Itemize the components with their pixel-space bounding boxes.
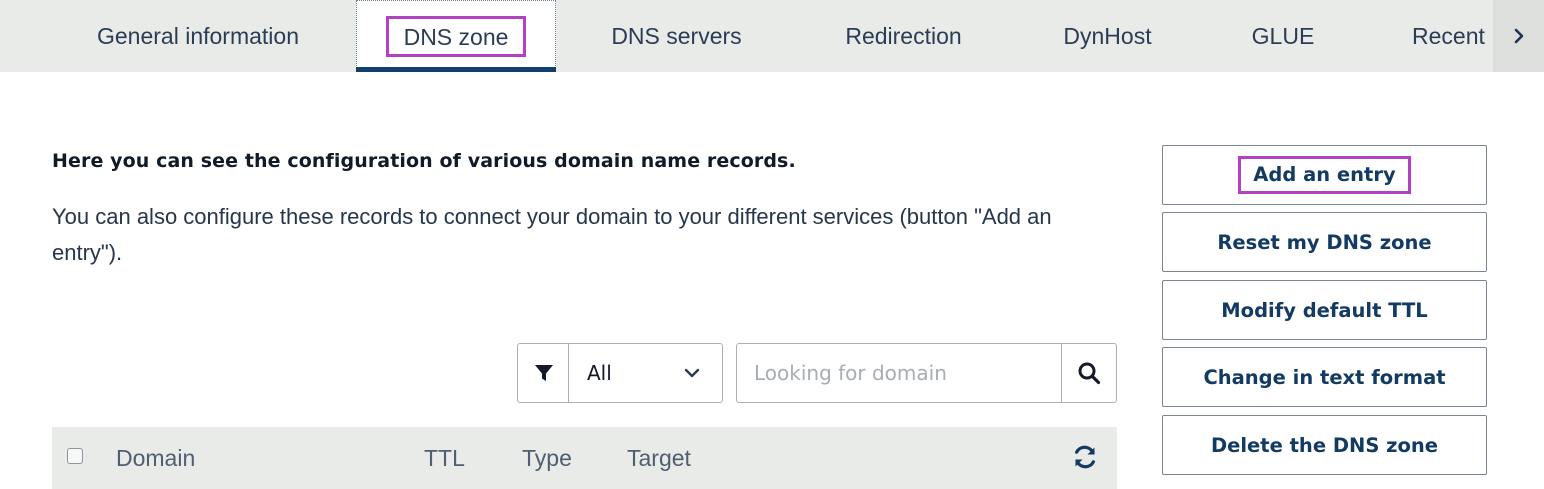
column-header-type[interactable]: Type xyxy=(522,445,572,472)
column-header-target[interactable]: Target xyxy=(627,445,691,472)
tab-label: General information xyxy=(97,22,299,49)
add-entry-label: Add an entry xyxy=(1238,156,1411,194)
record-type-select[interactable]: All xyxy=(568,343,723,403)
change-text-format-label: Change in text format xyxy=(1203,365,1446,389)
chevron-right-icon xyxy=(1514,28,1523,44)
domain-search-input[interactable] xyxy=(736,343,1063,403)
modify-default-ttl-label: Modify default TTL xyxy=(1221,298,1428,322)
record-type-selected: All xyxy=(587,361,612,385)
filter-icon xyxy=(534,365,553,381)
tab-dynhost[interactable]: DynHost xyxy=(1044,0,1171,72)
tab-dns-zone[interactable]: DNS zone xyxy=(356,0,556,72)
search-button[interactable] xyxy=(1061,343,1117,403)
tab-label: GLUE xyxy=(1251,22,1315,49)
modify-default-ttl-button[interactable]: Modify default TTL xyxy=(1162,280,1487,340)
search-icon xyxy=(1078,362,1101,385)
tab-general-information[interactable]: General information xyxy=(62,0,334,72)
tab-dns-servers[interactable]: DNS servers xyxy=(590,0,763,72)
change-text-format-button[interactable]: Change in text format xyxy=(1162,347,1487,407)
select-all-checkbox[interactable] xyxy=(67,448,83,464)
intro-heading: Here you can see the configuration of va… xyxy=(52,150,796,172)
tab-label: Redirection xyxy=(845,22,962,49)
refresh-icon[interactable] xyxy=(1072,444,1098,470)
tab-label: Recent xyxy=(1412,22,1485,49)
add-entry-button[interactable]: Add an entry xyxy=(1162,145,1487,205)
delete-dns-zone-label: Delete the DNS zone xyxy=(1210,433,1439,457)
column-header-ttl[interactable]: TTL xyxy=(424,445,465,472)
tab-label: DNS servers xyxy=(611,22,742,49)
tab-glue[interactable]: GLUE xyxy=(1233,0,1333,72)
chevron-down-icon xyxy=(684,368,700,378)
tab-scroll-right-button[interactable] xyxy=(1493,0,1544,72)
dns-records-table-header: Domain TTL Type Target xyxy=(52,427,1117,489)
delete-dns-zone-button[interactable]: Delete the DNS zone xyxy=(1162,415,1487,475)
tab-redirection[interactable]: Redirection xyxy=(825,0,982,72)
intro-description: You can also configure these records to … xyxy=(52,204,1052,265)
tab-label: DNS zone xyxy=(385,16,527,57)
tab-recent[interactable]: Recent xyxy=(1402,0,1498,72)
filter-button[interactable] xyxy=(517,343,570,403)
column-header-domain[interactable]: Domain xyxy=(116,445,195,472)
reset-dns-zone-label: Reset my DNS zone xyxy=(1217,230,1432,254)
reset-dns-zone-button[interactable]: Reset my DNS zone xyxy=(1162,212,1487,272)
tab-bar: General information DNS zone DNS servers… xyxy=(0,0,1544,72)
tab-label: DynHost xyxy=(1063,22,1152,49)
